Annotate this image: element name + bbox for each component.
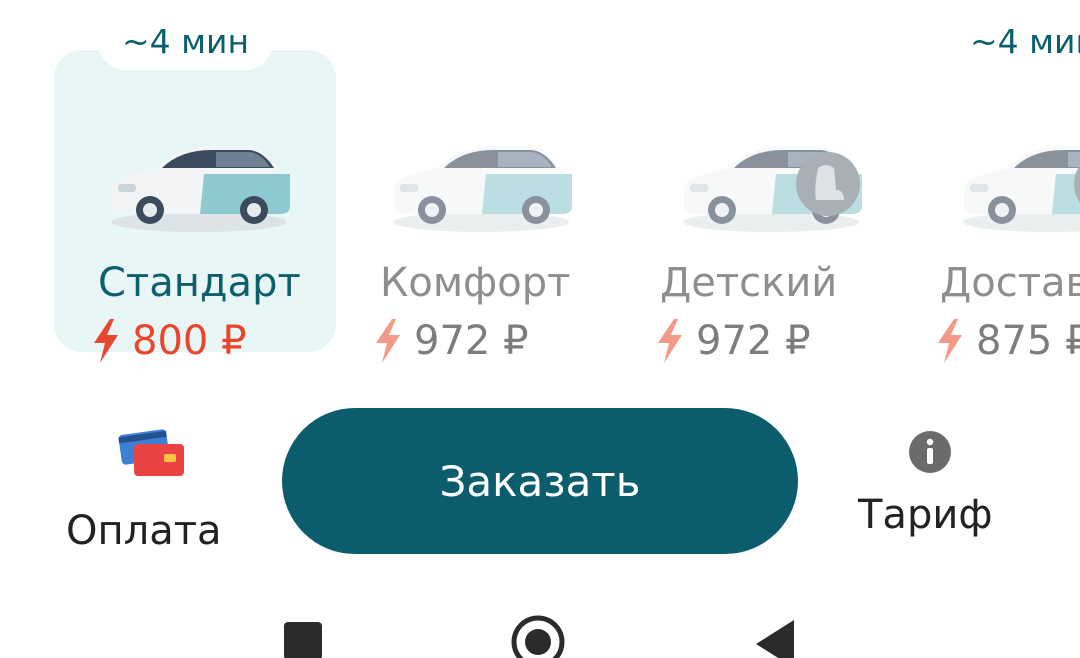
tariff-card-delivery[interactable]: ~4 мин Достав 875 ₽ (900, 14, 1080, 364)
sedan-car-icon (111, 146, 290, 232)
delivery-car-icon (963, 146, 1080, 232)
surge-bolt-icon (658, 319, 682, 363)
child-seat-car-icon (683, 146, 862, 232)
tariff-label: Тариф (858, 492, 993, 538)
tariff-price: 875 ₽ (976, 318, 1080, 364)
price-row: 875 ₽ (936, 318, 1080, 368)
price-row: 800 ₽ (92, 318, 247, 368)
surge-bolt-icon (938, 319, 962, 363)
eta-badge: ~4 мин (946, 14, 1080, 70)
surge-bolt-icon (94, 319, 118, 363)
back-icon[interactable] (752, 616, 796, 658)
info-icon (909, 431, 951, 473)
tariff-card-standard[interactable]: ~4 мин Стандарт 800 ₽ (54, 14, 336, 364)
tariff-name: Достав (940, 260, 1080, 306)
tariff-price: 800 ₽ (132, 318, 247, 364)
payment-label: Оплата (66, 508, 222, 554)
tariff-name: Комфорт (380, 260, 571, 306)
price-row: 972 ₽ (656, 318, 811, 368)
home-icon[interactable] (508, 612, 568, 658)
payment-button[interactable]: Оплата (66, 424, 236, 554)
order-button[interactable]: Заказать (282, 408, 798, 554)
tariff-card-comfort[interactable]: Комфорт 972 ₽ (336, 50, 618, 364)
recent-apps-icon[interactable] (282, 616, 324, 658)
eta-badge: ~4 мин (98, 14, 274, 70)
tariff-card-child[interactable]: Детский 972 ₽ (618, 50, 900, 364)
tariff-price: 972 ₽ (696, 318, 811, 364)
tariff-info-button[interactable]: Тариф (856, 430, 1006, 540)
comfort-car-icon (393, 146, 572, 232)
surge-bolt-icon (376, 319, 400, 363)
tariff-carousel[interactable]: ~4 мин Стандарт 800 ₽ Комфорт 972 ₽ Детс… (0, 0, 1080, 380)
price-row: 972 ₽ (374, 318, 529, 368)
tariff-name: Стандарт (98, 260, 301, 306)
tariff-price: 972 ₽ (414, 318, 529, 364)
credit-card-icon (118, 429, 184, 476)
system-navigation-bar (0, 600, 1080, 658)
tariff-name: Детский (660, 260, 838, 306)
